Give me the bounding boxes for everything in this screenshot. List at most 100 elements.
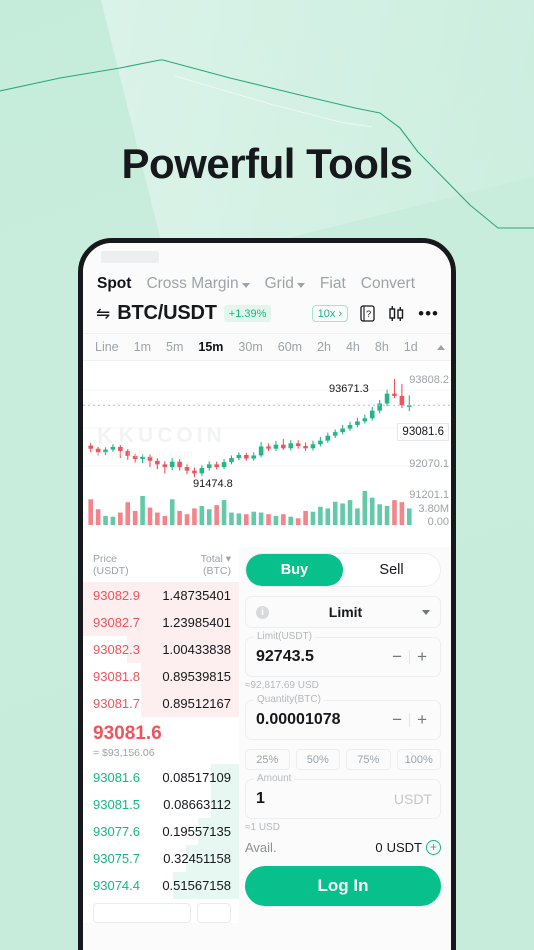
limit-price-decrement[interactable]: −	[385, 647, 409, 667]
timeframe-1d[interactable]: 1d	[404, 340, 418, 354]
order-book-bid-row[interactable]: 93081.6 0.08517109	[83, 764, 239, 791]
tab-grid[interactable]: Grid	[265, 275, 305, 293]
timeframe-15m[interactable]: 15m	[198, 340, 223, 354]
pair-name[interactable]: BTC/USDT	[117, 302, 217, 325]
volume-label-low: 0.00	[427, 516, 449, 528]
order-book-footer	[83, 899, 239, 923]
order-book-bid-row[interactable]: 93077.6 0.19557135	[83, 818, 239, 845]
order-book-ask-row[interactable]: 93082.3 1.00433838	[83, 636, 239, 663]
price-chart[interactable]: K KUCOIN www.kucoin.com 93808.2 93081.6 …	[83, 361, 451, 547]
trade-panel: Price (USDT) Total ▾ (BTC) 93082.9 1.487…	[83, 547, 451, 923]
ask-price: 93082.9	[93, 588, 140, 603]
volume-label-high: 3.80M	[418, 503, 449, 515]
tab-fiat-label: Fiat	[319, 275, 346, 292]
order-type-value: Limit	[328, 604, 363, 620]
order-book-header: Price (USDT) Total ▾ (BTC)	[83, 553, 239, 582]
bid-price: 93074.4	[93, 878, 140, 893]
limit-price-increment[interactable]: +	[410, 647, 432, 667]
ask-price: 93081.8	[93, 669, 140, 684]
add-funds-icon[interactable]: +	[426, 840, 441, 855]
status-bar	[83, 243, 451, 269]
login-button[interactable]: Log In	[245, 866, 441, 906]
chart-trough-label: 91474.8	[193, 478, 233, 490]
more-options-icon[interactable]: •••	[418, 305, 439, 322]
timeframe-60m[interactable]: 60m	[278, 340, 302, 354]
timeframe-2h[interactable]: 2h	[317, 340, 331, 354]
order-book-col-total[interactable]: Total ▾	[201, 553, 231, 565]
depth-view-toggle[interactable]	[197, 903, 231, 923]
bid-total: 0.19557135	[162, 824, 231, 839]
tab-cross-margin[interactable]: Cross Margin	[146, 275, 250, 293]
percent-50[interactable]: 50%	[295, 749, 340, 770]
available-unit: USDT	[386, 840, 422, 855]
timeframe-30m[interactable]: 30m	[238, 340, 262, 354]
order-book-ask-row[interactable]: 93081.7 0.89512167	[83, 690, 239, 717]
limit-price-value[interactable]: 92743.5	[256, 648, 385, 666]
order-book-bid-row[interactable]: 93081.5 0.08663112	[83, 791, 239, 818]
buy-sell-toggle: Buy Sell	[245, 553, 441, 587]
quantity-value[interactable]: 0.00001078	[256, 711, 385, 729]
amount-value[interactable]: 1	[256, 790, 394, 808]
limit-price-caption: Limit(USDT)	[254, 631, 315, 642]
tab-spot[interactable]: Spot	[97, 275, 131, 293]
timeframe-1m[interactable]: 1m	[134, 340, 151, 354]
page-title: Powerful Tools	[121, 140, 413, 187]
order-book-ask-row[interactable]: 93082.7 1.23985401	[83, 609, 239, 636]
swap-pair-icon[interactable]: ⇋	[96, 305, 110, 322]
buy-button[interactable]: Buy	[246, 554, 343, 586]
timeframe-5m[interactable]: 5m	[166, 340, 183, 354]
percent-75[interactable]: 75%	[346, 749, 391, 770]
order-form: Buy Sell i Limit Limit(USDT) 92743.5 − +…	[239, 547, 451, 923]
y-axis-label-low: 91201.1	[409, 489, 449, 501]
order-book-ask-row[interactable]: 93081.8 0.89539815	[83, 663, 239, 690]
limit-price-field[interactable]: Limit(USDT) 92743.5 − +	[245, 631, 441, 677]
order-book-col-price-unit: (USDT)	[93, 565, 129, 577]
timeframe-8h[interactable]: 8h	[375, 340, 389, 354]
timeframe-4h[interactable]: 4h	[346, 340, 360, 354]
sell-button[interactable]: Sell	[343, 554, 440, 586]
bid-price: 93075.7	[93, 851, 140, 866]
order-book: Price (USDT) Total ▾ (BTC) 93082.9 1.487…	[83, 547, 239, 923]
mid-price-value: 93081.6	[93, 723, 162, 744]
amount-field[interactable]: Amount 1 USDT	[245, 773, 441, 819]
order-type-select[interactable]: i Limit	[245, 596, 441, 628]
top-nav-tabs: Spot Cross Margin Grid Fiat Convert	[83, 269, 451, 297]
candlestick-canvas	[83, 378, 451, 525]
amount-unit: USDT	[393, 791, 432, 807]
timeframe-selector: Line 1m 5m 15m 30m 60m 2h 4h 8h 1d	[83, 333, 451, 361]
ask-total: 1.23985401	[162, 615, 231, 630]
help-book-icon[interactable]: ?	[360, 305, 375, 322]
phone-screen: Spot Cross Margin Grid Fiat Convert ⇋ BT…	[83, 243, 451, 950]
leverage-badge[interactable]: 10x ›	[311, 305, 349, 322]
ask-price: 93082.7	[93, 615, 140, 630]
info-icon[interactable]: i	[256, 605, 269, 619]
percent-25[interactable]: 25%	[245, 749, 290, 770]
amount-caption: Amount	[254, 773, 295, 784]
quantity-decrement[interactable]: −	[385, 710, 409, 730]
order-book-ask-row[interactable]: 93082.9 1.48735401	[83, 582, 239, 609]
tab-convert-label: Convert	[360, 275, 416, 292]
chevron-down-icon	[241, 282, 250, 288]
ask-price: 93081.7	[93, 696, 140, 711]
bid-total: 0.32451158	[163, 851, 231, 866]
x-tick-3: 11-20 14:45	[278, 545, 333, 547]
tab-fiat[interactable]: Fiat	[320, 275, 346, 293]
bid-total: 0.08663112	[163, 797, 231, 812]
timeframe-line[interactable]: Line	[95, 340, 119, 354]
quantity-field[interactable]: Quantity(BTC) 0.00001078 − +	[245, 694, 441, 740]
quantity-increment[interactable]: +	[410, 710, 432, 730]
order-book-bid-row[interactable]: 93074.4 0.51567158	[83, 872, 239, 899]
status-bar-placeholder	[101, 251, 159, 263]
percent-100[interactable]: 100%	[396, 749, 441, 770]
svg-text:?: ?	[366, 309, 371, 319]
candlestick-icon[interactable]	[387, 305, 406, 322]
ask-total: 0.89512167	[162, 696, 231, 711]
percent-shortcuts: 25% 50% 75% 100%	[245, 749, 441, 770]
ask-total: 1.48735401	[162, 588, 231, 603]
chevron-up-icon[interactable]	[437, 344, 445, 350]
available-value: 0	[375, 840, 383, 855]
available-balance: Avail. 0 USDT +	[245, 840, 441, 855]
depth-precision-selector[interactable]	[93, 903, 191, 923]
order-book-bid-row[interactable]: 93075.7 0.32451158	[83, 845, 239, 872]
tab-convert[interactable]: Convert	[361, 275, 415, 293]
